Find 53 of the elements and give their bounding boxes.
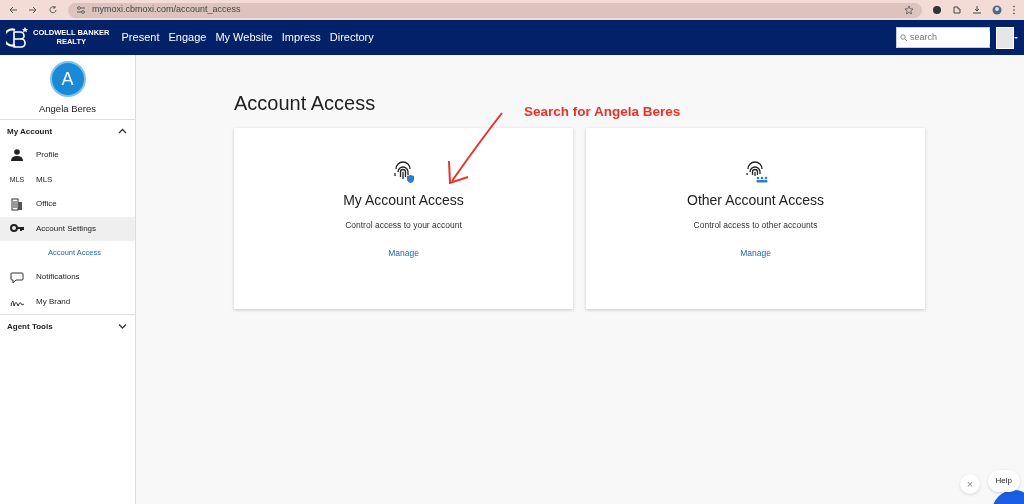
- site-settings-icon[interactable]: [76, 5, 86, 15]
- more-icon[interactable]: [1012, 5, 1016, 15]
- card-title: My Account Access: [343, 192, 464, 209]
- search-icon: [900, 33, 908, 42]
- speech-bubble-icon: [10, 270, 24, 284]
- help-button[interactable]: Help: [987, 470, 1020, 492]
- sidebar-item[interactable]: Notifications: [0, 265, 135, 290]
- item-label: My Brand: [36, 295, 71, 308]
- person-icon: [10, 148, 24, 162]
- user-avatar[interactable]: [996, 26, 1014, 49]
- nav-link[interactable]: Directory: [329, 29, 374, 46]
- chevron-down-icon[interactable]: [118, 323, 127, 330]
- reload-icon[interactable]: [48, 5, 58, 15]
- manage-link[interactable]: Manage: [388, 246, 419, 260]
- page-title: Account Access: [234, 91, 376, 115]
- search-field[interactable]: search: [896, 27, 990, 48]
- close-button[interactable]: ×: [960, 474, 980, 494]
- extension-icon[interactable]: [932, 5, 942, 15]
- sidebar-item[interactable]: Account Settings: [0, 216, 135, 241]
- chevron-up-icon[interactable]: [118, 128, 127, 135]
- manage-link[interactable]: Manage: [740, 246, 771, 260]
- caret-icon[interactable]: [1014, 36, 1018, 39]
- annotation-text: Search for Angela Beres: [524, 103, 681, 121]
- nav-link[interactable]: Present: [121, 29, 160, 46]
- item-label: MLS: [36, 173, 53, 186]
- section-heading: Agent Tools: [7, 320, 53, 333]
- item-label: Account Settings: [36, 222, 97, 235]
- address-text[interactable]: mymoxi.cbmoxi.com/account_access: [92, 3, 241, 17]
- user-name: Angela Beres: [38, 102, 96, 116]
- profile-icon[interactable]: [992, 5, 1002, 15]
- item-label: Notifications: [36, 271, 80, 284]
- section-heading: My Account: [7, 125, 53, 138]
- sidebar-item[interactable]: My Brand: [0, 289, 135, 314]
- puzzle-icon[interactable]: [952, 5, 962, 15]
- fingerprint-people-icon: [743, 160, 768, 184]
- item-label: Profile: [36, 149, 59, 162]
- user-avatar: A: [49, 61, 86, 97]
- forward-icon[interactable]: [28, 5, 38, 15]
- card-description: Control access to other accounts: [693, 218, 818, 232]
- logo-icon[interactable]: [6, 26, 29, 49]
- card-title: Other Account Access: [687, 192, 824, 209]
- building-icon: [10, 197, 24, 211]
- card-description: Control access to your account: [345, 218, 462, 232]
- star-icon[interactable]: [904, 5, 914, 15]
- sidebar-item[interactable]: Office: [0, 192, 135, 217]
- download-icon[interactable]: [972, 5, 982, 15]
- item-label: Office: [36, 198, 57, 211]
- sidebar-item[interactable]: Profile: [0, 143, 135, 168]
- nav-link[interactable]: Engage: [168, 29, 207, 46]
- fingerprint-shield-icon: [391, 160, 416, 184]
- nav-link[interactable]: My Website: [215, 29, 273, 46]
- nav-link[interactable]: Impress: [281, 29, 321, 46]
- back-icon[interactable]: [8, 5, 18, 15]
